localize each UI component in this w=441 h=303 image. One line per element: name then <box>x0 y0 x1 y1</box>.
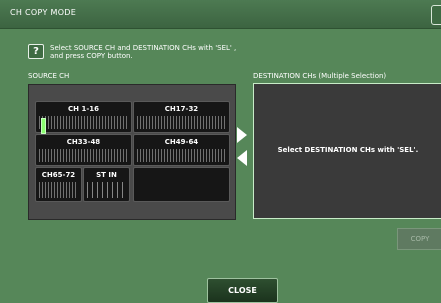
title-bar: CH COPY MODE <box>0 0 441 29</box>
arrow-left-icon <box>237 150 247 166</box>
help-icon[interactable]: ? <box>28 44 44 59</box>
instruction-line-1: Select SOURCE CH and DESTINATION CHs wit… <box>50 44 237 52</box>
arrow-right-icon <box>237 127 247 143</box>
channel-group-ch65-72[interactable]: CH65-72 <box>35 167 82 202</box>
channel-group-ch17-32[interactable]: CH17-32 <box>133 101 230 133</box>
close-button[interactable]: CLOSE <box>207 278 278 303</box>
channel-group-label: CH33-48 <box>66 138 101 146</box>
window-corner-button[interactable] <box>431 5 441 25</box>
copy-button[interactable]: COPY <box>397 228 441 250</box>
destination-message: Select DESTINATION CHs with 'SEL'. <box>277 146 419 154</box>
channel-strips <box>137 149 226 162</box>
channel-group-ch33-48[interactable]: CH33-48 <box>35 134 132 166</box>
channel-group-label: CH65-72 <box>41 171 76 179</box>
instruction-line-2: and press COPY button. <box>50 52 133 60</box>
channel-group-ch49-64[interactable]: CH49-64 <box>133 134 230 166</box>
channel-strips <box>137 116 226 129</box>
channel-group-st-in[interactable]: ST IN <box>83 167 130 202</box>
source-ch-label: SOURCE CH <box>28 72 70 80</box>
channel-group-label: CH 1-16 <box>68 105 99 113</box>
channel-strips <box>87 182 126 198</box>
window-title: CH COPY MODE <box>10 8 77 17</box>
destination-chs-label: DESTINATION CHs (Multiple Selection) <box>253 72 387 80</box>
channel-group-label: ST IN <box>96 171 117 179</box>
channel-group-label: CH49-64 <box>164 138 199 146</box>
channel-strips <box>39 182 78 198</box>
destination-channel-panel[interactable]: Select DESTINATION CHs with 'SEL'. <box>253 83 441 219</box>
channel-group-empty <box>133 167 230 202</box>
source-channel-panel: CH 1-16 CH17-32 CH33-48 CH49-64 CH65-72 … <box>28 84 236 220</box>
selected-channel-indicator <box>41 118 46 134</box>
channel-strips <box>39 116 128 129</box>
channel-group-ch1-16[interactable]: CH 1-16 <box>35 101 132 134</box>
channel-group-label: CH17-32 <box>164 105 199 113</box>
channel-strips <box>39 149 128 162</box>
